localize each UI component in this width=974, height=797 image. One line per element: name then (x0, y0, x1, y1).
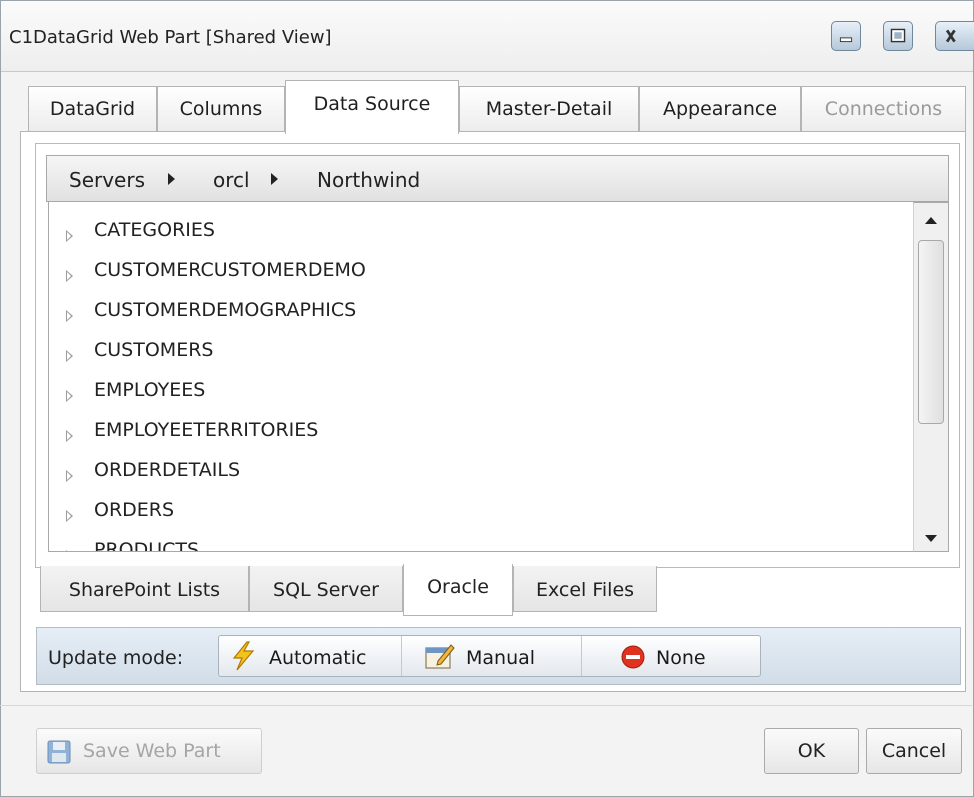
list-item[interactable]: CATEGORIES (49, 219, 909, 262)
expand-arrow-icon[interactable] (66, 430, 73, 442)
window-title: C1DataGrid Web Part [Shared View] (9, 27, 332, 48)
breadcrumb-northwind[interactable]: Northwind (317, 168, 420, 192)
expand-arrow-icon[interactable] (66, 470, 73, 482)
ok-label: OK (797, 740, 826, 762)
tab-connections: Connections (801, 86, 966, 132)
table-name: EMPLOYEETERRITORIES (94, 419, 319, 441)
tab-datagrid[interactable]: DataGrid (28, 86, 157, 132)
tab-label: Connections (824, 98, 943, 120)
stop-icon (621, 645, 645, 669)
ok-button[interactable]: OK (764, 728, 859, 774)
table-name: CUSTOMERS (94, 339, 214, 361)
tab-master-detail[interactable]: Master-Detail (459, 86, 639, 132)
table-name: EMPLOYEES (94, 379, 206, 401)
expand-arrow-icon[interactable] (66, 510, 73, 522)
update-mode-bar: Update mode: Automatic Manual None (36, 627, 961, 685)
breadcrumb: Servers orcl Northwind (46, 155, 949, 202)
minimize-button[interactable] (831, 21, 861, 51)
update-mode-label: Update mode: (48, 647, 184, 669)
tab-label: Master-Detail (485, 98, 613, 120)
expand-arrow-icon[interactable] (66, 270, 73, 282)
tab-label: Excel Files (535, 579, 635, 601)
table-name: CUSTOMERDEMOGRAPHICS (94, 299, 357, 321)
mode-label: Manual (466, 647, 536, 669)
title-bar: C1DataGrid Web Part [Shared View] (1, 1, 974, 72)
mode-label: None (656, 647, 706, 669)
manual-edit-icon (425, 644, 455, 669)
list-item[interactable]: CUSTOMERS (49, 339, 909, 382)
list-item[interactable]: CUSTOMERDEMOGRAPHICS (49, 299, 909, 342)
expand-arrow-icon[interactable] (66, 350, 73, 362)
tab-label: SharePoint Lists (68, 579, 221, 601)
automatic-mode-button[interactable]: Automatic (219, 636, 401, 676)
cancel-button[interactable]: Cancel (866, 728, 962, 774)
list-item[interactable]: EMPLOYEETERRITORIES (49, 419, 909, 462)
mode-label: Automatic (269, 647, 367, 669)
vertical-scrollbar[interactable] (913, 202, 949, 552)
tab-columns[interactable]: Columns (157, 86, 285, 132)
cancel-label: Cancel (881, 740, 947, 762)
save-web-part-button: Save Web Part (36, 728, 262, 774)
tab-sql-server[interactable]: SQL Server (249, 566, 403, 612)
table-name: CATEGORIES (94, 219, 215, 241)
breadcrumb-separator-icon (168, 173, 175, 185)
table-name: ORDERS (94, 499, 175, 521)
maximize-icon (890, 28, 906, 43)
close-icon (945, 29, 956, 43)
table-name: CUSTOMERCUSTOMERDEMO (94, 259, 366, 281)
close-button[interactable] (935, 21, 974, 51)
none-mode-button[interactable]: None (582, 636, 760, 676)
breadcrumb-orcl[interactable]: orcl (213, 168, 250, 192)
scroll-thumb[interactable] (918, 240, 944, 424)
breadcrumb-servers[interactable]: Servers (69, 168, 145, 192)
tab-label: SQL Server (273, 579, 379, 601)
expand-arrow-icon[interactable] (66, 310, 73, 322)
maximize-button[interactable] (883, 21, 913, 51)
scroll-down-icon[interactable] (925, 535, 937, 542)
list-item[interactable]: CUSTOMERCUSTOMERDEMO (49, 259, 909, 302)
save-label: Save Web Part (83, 740, 221, 762)
list-item[interactable]: EMPLOYEES (49, 379, 909, 422)
breadcrumb-separator-icon (271, 173, 278, 185)
expand-arrow-icon[interactable] (66, 230, 73, 242)
tab-label: DataGrid (49, 98, 136, 120)
tab-label: Columns (179, 98, 263, 120)
update-mode-group: Automatic Manual None (218, 635, 761, 677)
tab-appearance[interactable]: Appearance (639, 86, 801, 132)
minimize-icon (839, 37, 853, 43)
tab-label: Oracle (427, 576, 489, 598)
save-icon (47, 740, 71, 764)
footer-divider (0, 705, 972, 706)
list-item[interactable]: PRODUCTS (49, 539, 909, 552)
lightning-icon (232, 641, 255, 671)
tab-sharepoint-lists[interactable]: SharePoint Lists (40, 566, 249, 612)
expand-arrow-icon[interactable] (66, 550, 73, 551)
tab-label: Appearance (662, 98, 778, 120)
scroll-up-icon[interactable] (925, 217, 937, 224)
table-name: PRODUCTS (94, 539, 200, 552)
expand-arrow-icon[interactable] (66, 390, 73, 402)
tab-label: Data Source (313, 93, 431, 115)
list-item[interactable]: ORDERDETAILS (49, 459, 909, 502)
table-list: CATEGORIES CUSTOMERCUSTOMERDEMO CUSTOMER… (48, 202, 913, 552)
table-name: ORDERDETAILS (94, 459, 241, 481)
manual-mode-button[interactable]: Manual (402, 636, 581, 676)
list-item[interactable]: ORDERS (49, 499, 909, 542)
tab-excel-files[interactable]: Excel Files (513, 566, 657, 612)
tab-data-source[interactable]: Data Source (285, 80, 459, 134)
tab-oracle[interactable]: Oracle (403, 564, 513, 616)
